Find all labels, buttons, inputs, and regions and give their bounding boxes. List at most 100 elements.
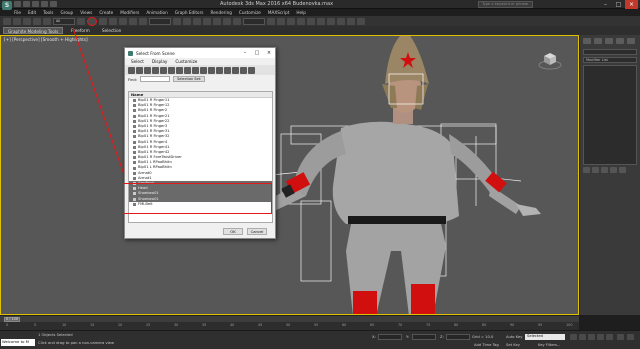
object-name-field[interactable] <box>583 49 637 55</box>
material-editor-icon[interactable] <box>327 17 335 25</box>
named-selection-set-dropdown[interactable] <box>243 17 265 25</box>
render-production-icon[interactable] <box>357 17 365 25</box>
go-to-start-icon[interactable] <box>570 334 577 340</box>
display-tab-icon[interactable] <box>627 38 635 44</box>
select-object-icon[interactable] <box>77 17 85 25</box>
mirror-icon[interactable] <box>267 17 275 25</box>
undo-icon[interactable] <box>3 17 11 25</box>
tab-selection[interactable]: Selection <box>98 27 125 34</box>
display-containers-icon[interactable] <box>200 66 207 74</box>
set-key-button[interactable]: Set Key <box>506 343 520 347</box>
link-icon[interactable] <box>23 17 31 25</box>
display-hidden-icon[interactable] <box>216 66 223 74</box>
menu-customize[interactable]: Customize <box>239 9 261 16</box>
pin-stack-icon[interactable] <box>583 167 590 173</box>
select-manipulate-icon[interactable] <box>183 17 191 25</box>
new-file-icon[interactable] <box>14 1 21 7</box>
select-by-name-icon[interactable] <box>87 16 97 26</box>
reference-coordinate-dropdown[interactable] <box>149 17 171 25</box>
tab-freeform[interactable]: Freeform <box>67 27 94 34</box>
graphite-toggle-icon[interactable] <box>297 17 305 25</box>
keyboard-shortcut-icon[interactable] <box>193 17 201 25</box>
key-filters-button[interactable]: Key Filters... <box>538 343 560 347</box>
rendered-frame-window-icon[interactable] <box>347 17 355 25</box>
selection-filter-dropdown[interactable]: All <box>53 17 75 25</box>
modifier-stack[interactable] <box>583 65 637 165</box>
dialog-close-button[interactable]: × <box>263 50 275 56</box>
menu-animation[interactable]: Animation <box>146 9 167 16</box>
menu-maxscript[interactable]: MAXScript <box>268 9 290 16</box>
display-space-warps-icon[interactable] <box>168 66 175 74</box>
close-button[interactable]: × <box>625 0 638 9</box>
layer-explorer-icon[interactable] <box>287 17 295 25</box>
x-coordinate-field[interactable] <box>378 334 402 340</box>
add-time-tag-button[interactable]: Add Time Tag <box>474 343 499 347</box>
align-icon[interactable] <box>277 17 285 25</box>
modify-tab-icon[interactable] <box>594 38 602 44</box>
display-all-icon[interactable] <box>224 66 231 74</box>
snaps-toggle-icon[interactable] <box>203 17 211 25</box>
move-icon[interactable] <box>119 17 127 25</box>
spinner-snap-icon[interactable] <box>233 17 241 25</box>
display-shapes-icon[interactable] <box>136 66 143 74</box>
display-geometry-icon[interactable] <box>128 66 135 74</box>
dialog-minimize-button[interactable]: – <box>239 50 251 56</box>
tab-graphite-modeling-tools[interactable]: Graphite Modeling Tools <box>3 27 64 34</box>
make-unique-icon[interactable] <box>601 167 608 173</box>
dialog-menu-display[interactable]: Display <box>152 58 167 65</box>
menu-modifiers[interactable]: Modifiers <box>120 9 139 16</box>
auto-key-button[interactable]: Auto Key <box>506 335 522 339</box>
display-helpers-icon[interactable] <box>160 66 167 74</box>
motion-tab-icon[interactable] <box>616 38 624 44</box>
minimize-button[interactable]: – <box>599 0 612 9</box>
dialog-menu-customize[interactable]: Customize <box>175 58 197 65</box>
maxscript-listener-input[interactable]: Welcome to M <box>1 339 35 346</box>
menu-file[interactable]: File <box>14 9 21 16</box>
menu-group[interactable]: Group <box>60 9 73 16</box>
menu-create[interactable]: Create <box>99 9 113 16</box>
zoom-extents-icon[interactable] <box>617 334 624 340</box>
app-logo-icon[interactable]: S <box>2 1 12 10</box>
play-icon[interactable] <box>588 334 595 340</box>
display-bones-icon[interactable] <box>192 66 199 74</box>
undo-icon[interactable] <box>41 1 48 7</box>
next-frame-icon[interactable] <box>597 334 604 340</box>
window-crossing-icon[interactable] <box>109 17 117 25</box>
display-cameras-icon[interactable] <box>152 66 159 74</box>
bind-space-warp-icon[interactable] <box>43 17 51 25</box>
rectangular-selection-icon[interactable] <box>99 17 107 25</box>
search-input[interactable]: Type a keyword or phrase <box>478 1 533 8</box>
dialog-maximize-button[interactable]: □ <box>251 50 263 56</box>
rotate-icon[interactable] <box>129 17 137 25</box>
find-input[interactable] <box>140 76 171 82</box>
display-none-icon[interactable] <box>232 66 239 74</box>
unlink-icon[interactable] <box>33 17 41 25</box>
go-to-end-icon[interactable] <box>606 334 613 340</box>
perspective-viewport[interactable]: [+] [Perspective] [Smooth + Highlights] <box>0 35 579 315</box>
pan-view-icon[interactable] <box>627 334 634 340</box>
menu-tools[interactable]: Tools <box>43 9 53 16</box>
percent-snap-icon[interactable] <box>223 17 231 25</box>
save-file-icon[interactable] <box>32 1 39 7</box>
key-mode-dropdown[interactable]: Selected <box>525 334 565 340</box>
create-tab-icon[interactable] <box>583 38 591 44</box>
ok-button[interactable]: OK <box>223 228 243 235</box>
render-setup-icon[interactable] <box>337 17 345 25</box>
schematic-view-icon[interactable] <box>317 17 325 25</box>
remove-modifier-icon[interactable] <box>610 167 617 173</box>
modifier-list-dropdown[interactable]: Modifier List <box>583 57 637 63</box>
y-coordinate-field[interactable] <box>412 334 436 340</box>
hierarchy-tab-icon[interactable] <box>605 38 613 44</box>
redo-icon[interactable] <box>50 1 57 7</box>
menu-edit[interactable]: Edit <box>28 9 36 16</box>
menu-views[interactable]: Views <box>80 9 92 16</box>
display-invert-icon[interactable] <box>240 66 247 74</box>
menu-rendering[interactable]: Rendering <box>211 9 232 16</box>
display-frozen-icon[interactable] <box>208 66 215 74</box>
show-end-result-icon[interactable] <box>592 167 599 173</box>
curve-editor-icon[interactable] <box>307 17 315 25</box>
track-bar[interactable]: 0 5 10 15 20 25 30 35 40 45 50 55 60 65 70 75 80 85 90 95 10… <box>0 322 579 330</box>
angle-snap-icon[interactable] <box>213 17 221 25</box>
scale-icon[interactable] <box>139 17 147 25</box>
z-coordinate-field[interactable] <box>446 334 470 340</box>
